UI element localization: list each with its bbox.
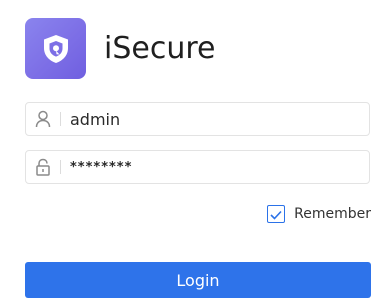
- checkmark-icon: [270, 205, 282, 224]
- remember-label: Remember: [294, 206, 371, 222]
- username-field[interactable]: [25, 102, 370, 136]
- shield-icon: [39, 32, 73, 66]
- checkbox-box[interactable]: [267, 205, 286, 224]
- password-field[interactable]: [25, 150, 370, 184]
- app-logo: [25, 18, 86, 79]
- remember-checkbox[interactable]: Remember: [267, 205, 371, 223]
- username-input[interactable]: [61, 103, 369, 135]
- password-input[interactable]: [61, 151, 369, 183]
- user-icon: [26, 103, 60, 135]
- app-title: iSecure: [104, 31, 216, 66]
- lock-icon: [26, 151, 60, 183]
- login-button[interactable]: Login: [25, 262, 371, 298]
- login-page: iSecure Reme: [0, 0, 375, 300]
